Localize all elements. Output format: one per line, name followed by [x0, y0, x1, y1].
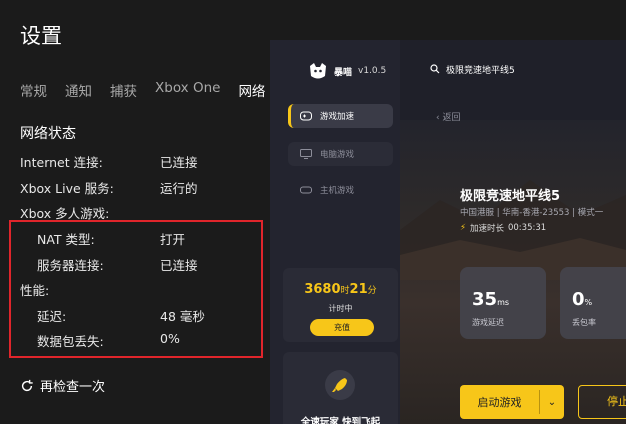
cat-logo-icon	[310, 63, 326, 79]
refresh-icon	[21, 379, 33, 391]
stop-label: 停止	[607, 395, 626, 408]
packet-loss-value: 0%	[160, 331, 180, 346]
booster-app-window: 暴喵 v1.0.5 游戏加速 电脑游戏 主机游戏 3680时21分 计时中 充值…	[270, 40, 626, 424]
bolt-icon: ⚡	[460, 223, 466, 233]
server-value: 已连接	[160, 258, 198, 273]
tab-xbox-one[interactable]: Xbox One	[155, 80, 220, 100]
nav-console-games[interactable]: 主机游戏	[288, 178, 393, 202]
latency-value: 48 毫秒	[160, 309, 205, 324]
loss-num: 0	[572, 289, 585, 310]
internet-label: Internet 连接:	[20, 155, 103, 170]
chevron-down-icon[interactable]: ⌄	[540, 397, 564, 408]
recheck-button[interactable]: 再检查一次	[20, 376, 105, 395]
nav-label: 主机游戏	[320, 186, 355, 196]
latency-stat-card: 35ms 游戏延迟	[460, 267, 546, 339]
recharge-button[interactable]: 充值	[310, 319, 374, 336]
latency-num: 35	[472, 289, 498, 310]
time-hours: 3680	[304, 282, 341, 297]
time-minutes-unit: 分	[367, 286, 377, 296]
latency-label: 延迟:	[37, 309, 67, 324]
latency-unit: ms	[497, 298, 510, 307]
time-label: 计时中	[328, 304, 353, 313]
rocket-icon	[325, 370, 355, 400]
game-title: 极限竞速地平线5	[460, 189, 561, 204]
time-card: 3680时21分 计时中 充值	[283, 268, 398, 342]
monitor-icon	[300, 149, 312, 159]
accel-label: 加速时长	[469, 224, 504, 234]
gamepad-icon	[300, 111, 312, 121]
tab-general[interactable]: 常规	[20, 80, 47, 100]
nat-label: NAT 类型:	[37, 232, 95, 247]
page-title: 设置	[20, 24, 62, 48]
recheck-label: 再检查一次	[40, 380, 106, 395]
time-hours-unit: 时	[340, 286, 350, 296]
version-label: v1.0.5	[358, 66, 387, 76]
tab-notifications[interactable]: 通知	[65, 80, 92, 100]
time-minutes: 21	[349, 282, 368, 297]
nav-label: 电脑游戏	[320, 150, 355, 160]
latency-stat-label: 游戏延迟	[472, 318, 504, 327]
loss-unit: %	[584, 298, 593, 307]
main-panel: 极限竞速地平线5 ‹ 返回 极限竞速地平线5 中国港服 | 华南-香港-2355…	[400, 40, 626, 424]
back-label: 返回	[442, 113, 461, 123]
start-game-button[interactable]: 启动游戏 ⌄	[460, 385, 564, 419]
console-icon	[300, 186, 312, 194]
search-icon	[430, 64, 440, 74]
settings-tab-bar: 常规 通知 捕获 Xbox One 网络	[20, 80, 283, 100]
search-text: 极限竞速地平线5	[446, 65, 515, 76]
nav-game-accel[interactable]: 游戏加速	[288, 104, 393, 128]
nav-pc-games[interactable]: 电脑游戏	[288, 142, 393, 166]
accel-duration: ⚡ 加速时长 00:35:31	[460, 222, 546, 234]
latency-stat: 35ms	[472, 289, 509, 310]
sidebar: 暴喵 v1.0.5 游戏加速 电脑游戏 主机游戏 3680时21分 计时中 充值…	[270, 40, 400, 424]
tab-network[interactable]: 网络	[238, 80, 265, 100]
stop-button[interactable]: 停止	[578, 385, 626, 419]
start-label: 启动游戏	[477, 396, 522, 409]
loss-stat: 0%	[572, 289, 592, 310]
loss-stat-label: 丢包率	[572, 318, 596, 327]
nav-label: 游戏加速	[320, 112, 355, 122]
packet-loss-label: 数据包丢失:	[37, 334, 104, 349]
promo-text: 全速玩家 快到飞起	[300, 417, 381, 424]
game-server-info: 中国港服 | 华南-香港-23553 | 模式一	[460, 208, 604, 218]
promo-card[interactable]: 全速玩家 快到飞起	[283, 352, 398, 424]
performance-heading: 性能:	[20, 283, 50, 298]
server-label: 服务器连接:	[37, 258, 104, 273]
xbl-value: 运行的	[160, 181, 198, 196]
time-remaining: 3680时21分	[283, 282, 398, 297]
loss-stat-card: 0% 丢包率	[560, 267, 626, 339]
search-bar[interactable]: 极限竞速地平线5	[430, 60, 626, 78]
internet-value: 已连接	[160, 155, 198, 170]
tab-capture[interactable]: 捕获	[110, 80, 137, 100]
landscape-image	[400, 180, 626, 280]
back-button[interactable]: ‹ 返回	[436, 110, 460, 123]
brand-name: 暴喵	[334, 67, 353, 78]
brand: 暴喵 v1.0.5	[308, 62, 386, 80]
xbl-label: Xbox Live 服务:	[20, 181, 114, 196]
network-status-heading: 网络状态	[20, 126, 76, 142]
nat-value: 打开	[160, 232, 186, 247]
accel-value: 00:35:31	[507, 223, 547, 233]
